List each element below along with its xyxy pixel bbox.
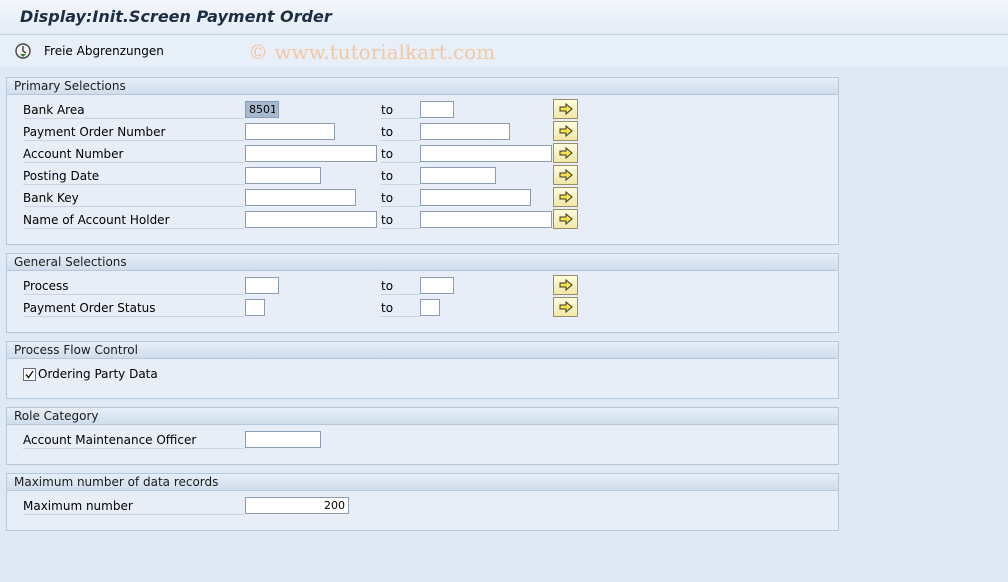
to-label: to — [381, 147, 420, 163]
general-selections-group: General Selections Process to Payment Or… — [6, 253, 839, 333]
to-label: to — [381, 191, 420, 207]
posting-date-from-input[interactable] — [245, 167, 321, 184]
selection-row-account-number: Account Number to — [7, 143, 838, 166]
field-label: Maximum number — [23, 499, 244, 515]
max-records-group: Maximum number of data records Maximum n… — [6, 473, 839, 531]
bank-area-to-input[interactable] — [420, 101, 454, 118]
account-holder-name-to-input[interactable] — [420, 211, 552, 228]
multiple-selection-arrow-icon — [559, 213, 573, 225]
posting-date-to-input[interactable] — [420, 167, 496, 184]
field-label: Bank Area — [23, 103, 244, 119]
group-header: Maximum number of data records — [7, 474, 838, 491]
multiple-selection-button[interactable] — [553, 143, 578, 163]
selection-row-posting-date: Posting Date to — [7, 165, 838, 188]
multiple-selection-arrow-icon — [559, 125, 573, 137]
account-maintenance-officer-input[interactable] — [245, 431, 321, 448]
to-label: to — [381, 301, 420, 317]
selection-row-account-holder-name: Name of Account Holder to — [7, 209, 838, 232]
process-to-input[interactable] — [420, 277, 454, 294]
multiple-selection-button[interactable] — [553, 165, 578, 185]
multiple-selection-arrow-icon — [559, 191, 573, 203]
max-number-input[interactable] — [245, 497, 349, 514]
multiple-selection-arrow-icon — [559, 147, 573, 159]
max-number-row: Maximum number — [7, 496, 838, 518]
multiple-selection-arrow-icon — [559, 103, 573, 115]
payment-order-status-from-input[interactable] — [245, 299, 265, 316]
selection-row-payment-order-number: Payment Order Number to — [7, 121, 838, 144]
to-label: to — [381, 169, 420, 185]
bank-area-from-input[interactable] — [245, 101, 279, 118]
multiple-selection-arrow-icon — [559, 279, 573, 291]
field-label: Payment Order Number — [23, 125, 244, 141]
to-label: to — [381, 279, 420, 295]
account-maintenance-officer-row: Account Maintenance Officer — [7, 430, 838, 452]
field-label: Name of Account Holder — [23, 213, 244, 229]
multiple-selection-arrow-icon — [559, 169, 573, 181]
group-header: General Selections — [7, 254, 838, 271]
multiple-selection-button[interactable] — [553, 275, 578, 295]
multiple-selection-arrow-icon — [559, 301, 573, 313]
role-category-group: Role Category Account Maintenance Office… — [6, 407, 839, 465]
selection-row-bank-area: Bank Area to — [7, 99, 838, 122]
title-bar: Display:Init.Screen Payment Order — [0, 0, 1008, 35]
account-number-from-input[interactable] — [245, 145, 377, 162]
application-toolbar: Freie Abgrenzungen — [0, 35, 1008, 67]
checkbox-label: Ordering Party Data — [38, 367, 158, 381]
multiple-selection-button[interactable] — [553, 187, 578, 207]
payment-order-status-to-input[interactable] — [420, 299, 440, 316]
ordering-party-data-checkbox[interactable] — [23, 368, 36, 381]
to-label: to — [381, 125, 420, 141]
checkmark-icon — [25, 370, 34, 379]
field-label: Account Number — [23, 147, 244, 163]
bank-key-to-input[interactable] — [420, 189, 531, 206]
field-label: Account Maintenance Officer — [23, 433, 244, 449]
field-label: Process — [23, 279, 244, 295]
account-holder-name-from-input[interactable] — [245, 211, 377, 228]
multiple-selection-button[interactable] — [553, 297, 578, 317]
field-label: Payment Order Status — [23, 301, 244, 317]
field-label: Posting Date — [23, 169, 244, 185]
to-label: to — [381, 213, 420, 229]
field-label: Bank Key — [23, 191, 244, 207]
group-header: Process Flow Control — [7, 342, 838, 359]
group-header: Primary Selections — [7, 78, 838, 95]
group-header: Role Category — [7, 408, 838, 425]
execute-clock-icon[interactable] — [14, 42, 32, 60]
watermark: © www.tutorialkart.com — [248, 40, 496, 64]
selection-row-payment-order-status: Payment Order Status to — [7, 297, 838, 320]
account-number-to-input[interactable] — [420, 145, 552, 162]
primary-selections-group: Primary Selections Bank Area to Payment … — [6, 77, 839, 245]
free-selections-button[interactable]: Freie Abgrenzungen — [44, 44, 164, 58]
to-label: to — [381, 103, 420, 119]
selection-row-process: Process to — [7, 275, 838, 298]
bank-key-from-input[interactable] — [245, 189, 356, 206]
page-title: Display:Init.Screen Payment Order — [20, 7, 332, 26]
ordering-party-data-row: Ordering Party Data — [7, 364, 838, 386]
payment-order-number-to-input[interactable] — [420, 123, 510, 140]
multiple-selection-button[interactable] — [553, 99, 578, 119]
multiple-selection-button[interactable] — [553, 209, 578, 229]
process-flow-control-group: Process Flow Control Ordering Party Data — [6, 341, 839, 399]
process-from-input[interactable] — [245, 277, 279, 294]
multiple-selection-button[interactable] — [553, 121, 578, 141]
selection-row-bank-key: Bank Key to — [7, 187, 838, 210]
payment-order-number-from-input[interactable] — [245, 123, 335, 140]
